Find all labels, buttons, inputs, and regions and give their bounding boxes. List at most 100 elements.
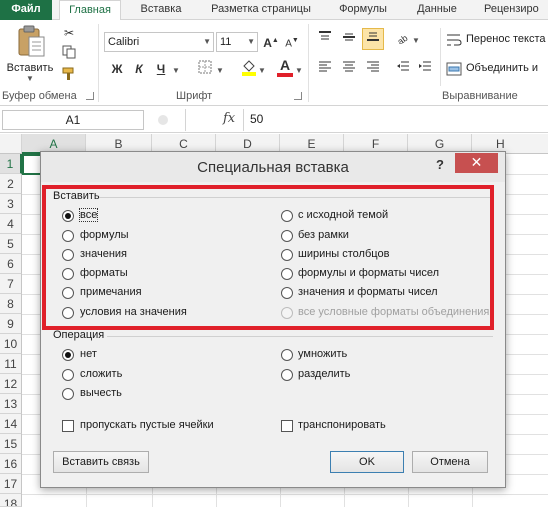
align-bottom-icon[interactable] [362, 28, 384, 50]
font-name-combo[interactable]: Calibri ▼ [104, 32, 214, 52]
chevron-down-icon: ▼ [247, 37, 255, 46]
tab-review[interactable]: Рецензиро [476, 0, 548, 20]
row-header[interactable]: 1 [0, 154, 22, 174]
bold-button[interactable]: Ж [108, 60, 126, 78]
tab-page-layout[interactable]: Разметка страницы [200, 0, 322, 20]
row-header[interactable]: 8 [0, 294, 22, 314]
row-header[interactable]: 10 [0, 334, 22, 354]
chevron-down-icon: ▼ [412, 36, 420, 45]
format-painter-icon[interactable] [60, 66, 78, 84]
svg-text:ab: ab [396, 33, 410, 44]
borders-icon[interactable] [196, 60, 214, 78]
radio-operation-none[interactable] [62, 349, 74, 361]
row-header[interactable]: 4 [0, 214, 22, 234]
insert-function-icon[interactable]: fx [223, 111, 235, 126]
grow-font-icon[interactable]: A▲ [262, 32, 280, 50]
font-color-icon[interactable]: A [276, 56, 294, 77]
row-header[interactable]: 17 [0, 474, 22, 494]
resize-handle[interactable] [158, 115, 168, 125]
select-all-corner[interactable] [0, 134, 22, 154]
ribbon-tab-bar: Файл Главная Вставка Разметка страницы Ф… [0, 0, 548, 21]
operation-section-label: Операция [53, 329, 105, 341]
tab-home[interactable]: Главная [59, 0, 121, 21]
help-icon[interactable]: ? [431, 155, 449, 175]
radio-operation-add-label[interactable]: сложить [80, 368, 122, 380]
radio-operation-subtract-label[interactable]: вычесть [80, 387, 122, 399]
paste-link-button[interactable]: Вставить связь [53, 451, 149, 473]
font-size-combo[interactable]: 11 ▼ [216, 32, 258, 52]
group-divider [98, 24, 99, 102]
merge-center-button[interactable]: Объединить и [466, 62, 538, 74]
tab-file[interactable]: Файл [0, 0, 52, 20]
decrease-indent-icon[interactable] [394, 60, 412, 78]
radio-operation-multiply[interactable] [281, 349, 293, 361]
font-size-value: 11 [220, 36, 232, 48]
orientation-icon[interactable]: ab [394, 30, 412, 48]
tab-data[interactable]: Данные [405, 0, 469, 20]
underline-button[interactable]: Ч [152, 60, 170, 78]
radio-operation-divide[interactable] [281, 369, 293, 381]
paste-button-label[interactable]: Вставить [6, 62, 54, 74]
row-header[interactable]: 12 [0, 374, 22, 394]
close-button[interactable]: ✕ [455, 153, 498, 173]
wrap-text-button[interactable]: Перенос текста [466, 33, 546, 45]
highlight-frame [42, 185, 494, 330]
clipboard-group-label: Буфер обмена [2, 90, 77, 102]
wrap-text-icon[interactable] [446, 32, 462, 48]
font-launcher-icon[interactable] [294, 92, 302, 100]
align-right-icon[interactable] [364, 60, 382, 78]
skip-blanks-label[interactable]: пропускать пустые ячейки [80, 419, 214, 431]
radio-operation-divide-label[interactable]: разделить [298, 368, 350, 380]
copy-icon[interactable] [60, 45, 78, 63]
gridline [22, 494, 548, 495]
row-header[interactable]: 14 [0, 414, 22, 434]
ok-button[interactable]: OK [330, 451, 404, 473]
row-header[interactable]: 15 [0, 434, 22, 454]
section-divider [107, 336, 493, 337]
row-header[interactable]: 2 [0, 174, 22, 194]
row-header[interactable]: 16 [0, 454, 22, 474]
transpose-label[interactable]: транспонировать [298, 419, 386, 431]
chevron-down-icon: ▼ [258, 66, 266, 75]
group-divider [440, 28, 441, 86]
row-header[interactable]: 3 [0, 194, 22, 214]
row-header[interactable]: 6 [0, 254, 22, 274]
tab-formulas[interactable]: Формулы [327, 0, 399, 20]
font-name-value: Calibri [108, 36, 140, 48]
paste-icon[interactable] [16, 24, 48, 60]
tab-insert[interactable]: Вставка [128, 0, 194, 20]
italic-button[interactable]: К [130, 60, 148, 78]
row-header[interactable]: 7 [0, 274, 22, 294]
font-group-label: Шрифт [176, 90, 213, 102]
merge-cells-icon[interactable] [446, 61, 462, 77]
ribbon: Вставить ▼ ✂ Буфер обмена Calibri ▼ 11 ▼… [0, 20, 548, 106]
radio-operation-add[interactable] [62, 369, 74, 381]
fill-color-icon[interactable] [240, 58, 258, 76]
cancel-button[interactable]: Отмена [412, 451, 488, 473]
chevron-down-icon: ▼ [295, 66, 303, 75]
align-left-icon[interactable] [316, 60, 334, 78]
chevron-down-icon: ▼ [26, 74, 34, 83]
cut-icon[interactable]: ✂ [60, 24, 78, 42]
row-header[interactable]: 13 [0, 394, 22, 414]
radio-operation-none-label[interactable]: нет [80, 348, 97, 360]
formula-input[interactable]: 50 [250, 112, 263, 126]
align-top-icon[interactable] [316, 30, 334, 48]
radio-operation-multiply-label[interactable]: умножить [298, 348, 347, 360]
radio-operation-subtract[interactable] [62, 388, 74, 400]
name-box[interactable]: A1 [2, 110, 144, 130]
increase-indent-icon[interactable] [416, 60, 434, 78]
alignment-group-label: Выравнивание [442, 90, 518, 102]
row-header[interactable]: 9 [0, 314, 22, 334]
row-header[interactable]: 5 [0, 234, 22, 254]
shrink-font-icon[interactable]: A▼ [283, 32, 301, 50]
skip-blanks-checkbox[interactable] [62, 420, 74, 432]
formula-divider [185, 109, 186, 131]
clipboard-launcher-icon[interactable] [86, 92, 94, 100]
align-middle-icon[interactable] [340, 30, 358, 48]
align-center-icon[interactable] [340, 60, 358, 78]
transpose-checkbox[interactable] [281, 420, 293, 432]
dialog-titlebar[interactable]: Специальная вставка ? ✕ [41, 152, 505, 182]
row-header[interactable]: 11 [0, 354, 22, 374]
row-header[interactable]: 18 [0, 494, 22, 507]
